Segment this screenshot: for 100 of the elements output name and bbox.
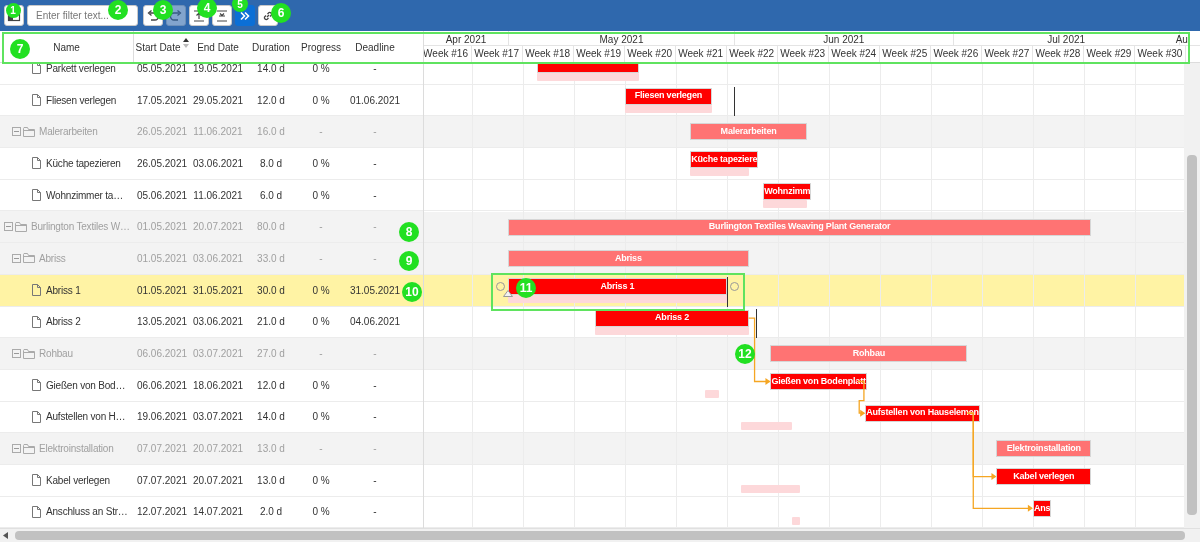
- table-cell: 19.05.2021: [192, 63, 244, 76]
- week-label: Week #23: [780, 47, 826, 62]
- callout-tooltip: 5: [232, 0, 248, 12]
- task-name: Abriss: [39, 251, 66, 266]
- task-name: Anschluss an Str…: [46, 505, 128, 520]
- table-cell-text: 03.07.2021: [192, 347, 244, 362]
- week-label: Week #27: [984, 47, 1030, 62]
- task-name: Burlington Textiles W…: [31, 220, 130, 235]
- week-label: Week #16: [424, 47, 468, 62]
- table-cell-text: 0 %: [312, 315, 330, 330]
- task-name: Abriss 1: [46, 283, 81, 298]
- table-cell-text: -: [373, 125, 377, 140]
- table-cell-text: 20.07.2021: [192, 473, 244, 488]
- table-cell-text: 05.06.2021: [136, 188, 188, 203]
- table-cell-text: 0 %: [312, 93, 330, 108]
- month-label: Apr 2021: [445, 33, 487, 47]
- table-cell-text: 0 %: [312, 188, 330, 203]
- month-label: Jul 2021: [1047, 33, 1086, 47]
- table-cell-text: 0 %: [312, 410, 330, 425]
- table-cell-text: -: [373, 156, 377, 171]
- table-cell-text: 14.07.2021: [192, 505, 244, 520]
- task-name: Abriss 2: [46, 315, 81, 330]
- week-label: Week #21: [678, 47, 724, 62]
- week-label: Week #17: [474, 47, 519, 62]
- table-cell-text: 26.05.2021: [136, 156, 188, 171]
- week-label: Week #19: [576, 47, 622, 62]
- table-cell-text: 17.05.2021: [136, 93, 188, 108]
- table-cell-text: 13.0 d: [257, 473, 285, 488]
- week-label: Week #28: [1035, 47, 1081, 62]
- table-cell-text: 29.05.2021: [192, 93, 244, 108]
- task-name: Wohnzimmer ta…: [46, 188, 124, 203]
- table-cell-text: 80.0 d: [257, 220, 285, 235]
- week-label: Week #24: [831, 47, 877, 62]
- week-label: Week #20: [627, 47, 673, 62]
- task-name: Parkett verlegen: [46, 63, 116, 76]
- table-cell-text: 03.07.2021: [192, 410, 244, 425]
- table-cell-text: 20.07.2021: [192, 442, 244, 457]
- task-name: Fliesen verlegen: [46, 93, 117, 108]
- table-cell-text: 30.0 d: [257, 283, 285, 298]
- table-cell-text: 06.06.2021: [136, 378, 188, 393]
- table-cell-text: 16.0 d: [257, 125, 285, 140]
- table-cell-text: 0 %: [312, 505, 330, 520]
- table-cell-text: -: [319, 347, 323, 362]
- table-cell-text: 01.05.2021: [136, 283, 188, 298]
- table-cell-text: -: [373, 347, 377, 362]
- table-cell-text: 12.0 d: [257, 93, 285, 108]
- table-cell: 14.0 d: [257, 63, 285, 76]
- table-cell: -: [373, 63, 377, 76]
- table-cell-text: 12.07.2021: [136, 505, 188, 520]
- table-cell-text: 12.0 d: [257, 378, 285, 393]
- task-name: Malerarbeiten: [39, 125, 98, 140]
- table-cell-text: 0 %: [312, 283, 330, 298]
- table-cell-text: 31.05.2021: [192, 283, 244, 298]
- table-cell-text: 19.06.2021: [136, 410, 188, 425]
- month-label: Jun 2021: [823, 33, 865, 47]
- table-cell-text: 14.0 d: [257, 410, 285, 425]
- task-name: Rohbau: [39, 347, 73, 362]
- task-name: Gießen von Bod…: [46, 378, 126, 393]
- week-label: Week #22: [729, 47, 775, 62]
- table-cell-text: 03.06.2021: [192, 315, 244, 330]
- month-label: Au: [1175, 33, 1188, 47]
- week-label: Week #30: [1137, 47, 1183, 62]
- task-name: Elektroinstallation: [39, 442, 114, 457]
- task-name: Küche tapezieren: [46, 156, 121, 171]
- table-cell-text: -: [373, 378, 377, 393]
- task-name: Kabel verlegen: [46, 473, 110, 488]
- month-label: May 2021: [599, 33, 644, 47]
- table-cell-text: -: [319, 220, 323, 235]
- task-name: Aufstellen von H…: [46, 410, 126, 425]
- table-cell-text: -: [373, 473, 377, 488]
- table-cell-text: 01.05.2021: [136, 220, 188, 235]
- table-cell-text: 8.0 d: [259, 156, 283, 171]
- table-cell-text: 04.06.2021: [349, 315, 401, 330]
- week-label: Week #18: [525, 47, 570, 62]
- table-cell-text: -: [373, 220, 377, 235]
- table-cell-text: 6.0 d: [259, 188, 283, 203]
- table-cell-text: 07.07.2021: [136, 473, 188, 488]
- table-cell-text: 0 %: [312, 473, 330, 488]
- table-cell-text: 03.06.2021: [192, 251, 244, 266]
- table-cell: 0 %: [312, 63, 330, 76]
- table-cell-text: 21.0 d: [257, 315, 285, 330]
- week-label: Week #29: [1086, 47, 1132, 62]
- table-cell-text: 11.06.2021: [193, 188, 243, 203]
- table-cell-text: 11.06.2021: [193, 125, 243, 140]
- table-cell-text: 13.05.2021: [136, 315, 188, 330]
- table-cell-text: 31.05.2021: [349, 283, 401, 298]
- table-cell-text: -: [373, 251, 377, 266]
- table-cell-text: -: [319, 125, 323, 140]
- table-cell-text: 2.0 d: [259, 505, 283, 520]
- table-cell-text: 18.06.2021: [192, 378, 244, 393]
- week-label: Week #25: [882, 47, 928, 62]
- table-cell-text: 13.0 d: [257, 442, 285, 457]
- table-cell-text: 01.05.2021: [136, 251, 188, 266]
- week-label: Week #26: [933, 47, 979, 62]
- table-cell-text: 20.07.2021: [192, 220, 244, 235]
- table-cell-text: -: [373, 442, 377, 457]
- table-cell-text: 01.06.2021: [349, 93, 401, 108]
- table-cell-text: 03.06.2021: [192, 156, 244, 171]
- table-cell-text: 0 %: [312, 156, 330, 171]
- table-cell-text: -: [319, 442, 323, 457]
